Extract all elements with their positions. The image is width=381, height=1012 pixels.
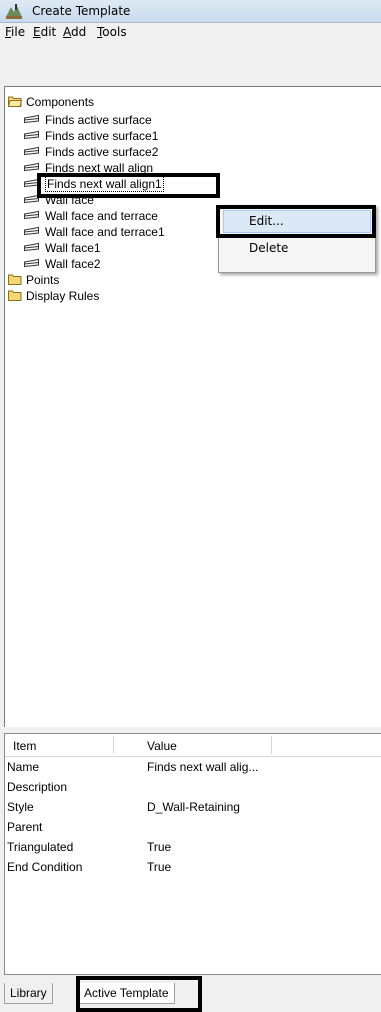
- open-folder-icon: [8, 96, 22, 107]
- tree-item-component[interactable]: Finds active surface: [24, 113, 152, 128]
- properties-grid: Item Value Name Finds next wall alig... …: [4, 733, 381, 975]
- folder-icon: [8, 274, 22, 285]
- tree-node-components[interactable]: Components: [8, 95, 94, 110]
- tree-item-component[interactable]: Wall face and terrace1: [24, 225, 165, 240]
- app-icon: [6, 4, 22, 19]
- component-icon: [24, 211, 39, 219]
- component-icon: [24, 131, 39, 139]
- menu-tools[interactable]: Tools: [97, 25, 127, 39]
- tab-active-template[interactable]: Active Template: [78, 983, 175, 1004]
- component-icon: [24, 243, 39, 251]
- title-bar: Create Template: [0, 0, 381, 23]
- column-header-item[interactable]: Item: [13, 739, 36, 753]
- bottom-tabs: Library Active Template: [0, 976, 381, 1012]
- tree-item-component[interactable]: Finds next wall align: [24, 161, 153, 176]
- column-header-value[interactable]: Value: [147, 739, 177, 753]
- context-menu-hover: [223, 210, 371, 233]
- context-menu-delete[interactable]: Delete: [249, 241, 288, 255]
- component-icon: [24, 115, 39, 123]
- property-row[interactable]: Parent: [5, 818, 381, 838]
- window-title: Create Template: [32, 4, 131, 18]
- column-divider[interactable]: [271, 736, 272, 754]
- menu-bar: File Edit Add Tools: [0, 23, 381, 41]
- tree-item-component[interactable]: Finds active surface1: [24, 129, 158, 144]
- column-divider[interactable]: [113, 736, 114, 754]
- folder-icon: [8, 290, 22, 301]
- tree-item-component-selected[interactable]: Finds next wall align1: [24, 176, 164, 192]
- tab-library[interactable]: Library: [4, 983, 53, 1004]
- component-icon: [24, 163, 39, 171]
- template-tree[interactable]: Components Finds active surface Finds ac…: [4, 86, 381, 727]
- component-icon: [24, 195, 39, 203]
- context-menu: Edit... Delete: [218, 205, 376, 273]
- tree-item-component[interactable]: Wall face: [24, 193, 94, 208]
- property-row[interactable]: Style D_Wall-Retaining: [5, 798, 381, 818]
- menu-file[interactable]: File: [5, 25, 25, 39]
- tree-node-points[interactable]: Points: [8, 273, 59, 288]
- tree-item-component[interactable]: Wall face2: [24, 257, 101, 272]
- menu-edit[interactable]: Edit: [33, 25, 56, 39]
- menu-add[interactable]: Add: [63, 25, 86, 39]
- property-row[interactable]: Triangulated True: [5, 838, 381, 858]
- property-row[interactable]: End Condition True: [5, 858, 381, 878]
- properties-header: Item Value: [5, 734, 381, 757]
- property-row[interactable]: Description: [5, 778, 381, 798]
- tree-node-display-rules[interactable]: Display Rules: [8, 289, 99, 304]
- component-icon: [24, 147, 39, 155]
- context-menu-edit[interactable]: Edit...: [249, 214, 284, 228]
- property-row[interactable]: Name Finds next wall alig...: [5, 758, 381, 778]
- tree-item-component[interactable]: Wall face1: [24, 241, 101, 256]
- component-icon: [24, 259, 39, 267]
- component-icon: [24, 227, 39, 235]
- component-icon: [24, 179, 39, 187]
- tree-item-component[interactable]: Finds active surface2: [24, 145, 158, 160]
- tree-item-component[interactable]: Wall face and terrace: [24, 209, 158, 224]
